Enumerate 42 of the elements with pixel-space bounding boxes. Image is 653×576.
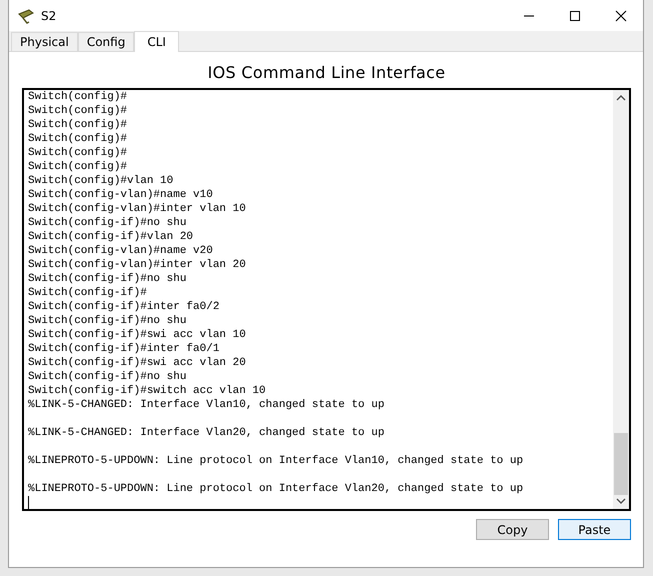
tab[interactable]: Physical <box>11 32 78 51</box>
console-line: Switch(config-if)#no shu <box>28 314 188 328</box>
switch-icon <box>17 8 35 24</box>
close-icon[interactable] <box>615 10 627 22</box>
action-button[interactable]: Copy <box>476 519 549 540</box>
console-line: Switch(config-if)# <box>28 286 148 300</box>
console-line: Switch(config-if)#no shu <box>28 272 188 286</box>
scroll-down-icon[interactable] <box>616 497 626 505</box>
console-line: %LINK-5-CHANGED: Interface Vlan10, changed state to up <box>28 398 386 412</box>
console-line: Switch(config)# <box>28 118 128 132</box>
console-line: Switch(config-if)#no shu <box>28 370 188 384</box>
window-title: S2 <box>41 8 56 22</box>
console-line: Switch(config-vlan)#name v10 <box>28 188 214 202</box>
console-line: Switch(config-if)#no shu <box>28 216 188 230</box>
console-line: Switch(config-if)#vlan 20 <box>28 230 194 244</box>
console-line: Switch(config)# <box>28 90 128 104</box>
console-line: Switch(config-vlan)#inter vlan 10 <box>28 202 247 216</box>
scrollbar[interactable] <box>613 90 629 509</box>
panel-heading: IOS Command Line Interface <box>206 62 446 84</box>
console-line: Switch(config)# <box>28 146 128 160</box>
console-line: Switch(config-vlan)#inter vlan 20 <box>28 258 247 272</box>
console-line: Switch(config)# <box>28 132 128 146</box>
tab[interactable]: Config <box>78 32 134 51</box>
maximize-icon[interactable] <box>569 10 581 22</box>
tab[interactable]: CLI <box>134 31 179 52</box>
console-line: Switch(config-if)#inter fa0/2 <box>28 300 220 314</box>
console-line: Switch(config)# <box>28 160 128 174</box>
console-line: %LINEPROTO-5-UPDOWN: Line protocol on Interface Vlan20, changed state to up <box>28 482 524 496</box>
console-line: %LINEPROTO-5-UPDOWN: Line protocol on Interface Vlan10, changed state to up <box>28 454 524 468</box>
console-line: Switch(config)# <box>28 104 128 118</box>
console-line: Switch(config)#vlan 10 <box>28 174 174 188</box>
text-cursor <box>28 496 29 509</box>
console-line: %LINK-5-CHANGED: Interface Vlan20, changed state to up <box>28 426 386 440</box>
console-line: Switch(config-if)#swi acc vlan 10 <box>28 328 247 342</box>
console-line: Switch(config-if)#swi acc vlan 20 <box>28 356 247 370</box>
scroll-up-icon[interactable] <box>616 94 626 102</box>
action-button[interactable]: Paste <box>558 519 631 540</box>
console-line: Switch(config-if)#switch acc vlan 10 <box>28 384 267 398</box>
terminal-console[interactable] <box>22 88 631 511</box>
console-line: Switch(config-vlan)#name v20 <box>28 244 214 258</box>
scrollbar-thumb[interactable] <box>614 433 628 495</box>
console-line: Switch(config-if)#inter fa0/1 <box>28 342 220 356</box>
